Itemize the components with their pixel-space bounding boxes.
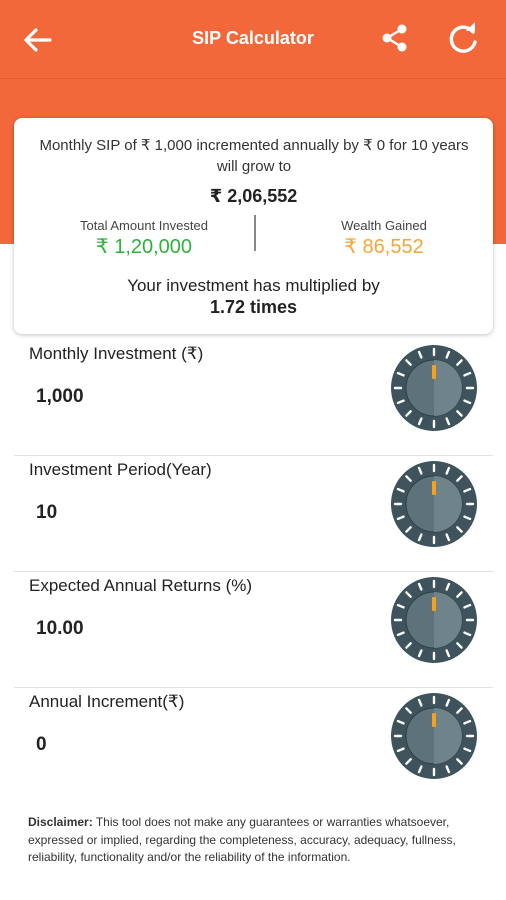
disclaimer-text: This tool does not make any guarantees o… xyxy=(28,815,456,864)
refresh-icon[interactable] xyxy=(444,20,482,58)
dial-knob-icon[interactable] xyxy=(390,576,478,664)
input-row-expected-returns: Expected Annual Returns (%) 10.00 xyxy=(14,572,493,688)
input-value[interactable]: 1,000 xyxy=(36,386,84,408)
input-row-annual-increment: Annual Increment(₹) 0 xyxy=(14,688,493,804)
multiplier-text: Your investment has multiplied by xyxy=(127,276,380,295)
input-value[interactable]: 10 xyxy=(36,502,57,524)
result-card: Monthly SIP of ₹ 1,000 incremented annua… xyxy=(14,118,493,334)
share-icon[interactable] xyxy=(376,20,412,56)
gained-column: Wealth Gained ₹ 86,552 xyxy=(274,218,494,259)
page-title: SIP Calculator xyxy=(192,28,314,48)
input-row-investment-period: Investment Period(Year) 10 xyxy=(14,456,493,572)
app-bar-divider xyxy=(0,78,506,79)
column-divider xyxy=(254,215,256,251)
invested-label: Total Amount Invested xyxy=(80,218,208,233)
maturity-value: ₹ 2,06,552 xyxy=(209,186,298,206)
gained-value: ₹ 86,552 xyxy=(344,236,424,258)
disclaimer-title: Disclaimer: xyxy=(28,815,93,829)
multiplier-value: 1.72 times xyxy=(209,297,298,317)
dial-knob-icon[interactable] xyxy=(390,692,478,780)
app-bar: SIP Calculator xyxy=(0,0,506,78)
input-label: Investment Period(Year) xyxy=(29,460,212,479)
input-label: Expected Annual Returns (%) xyxy=(29,576,253,595)
input-label: Monthly Investment (₹) xyxy=(29,344,204,363)
invested-column: Total Amount Invested ₹ 1,20,000 xyxy=(34,218,254,259)
input-value[interactable]: 10.00 xyxy=(36,618,84,640)
invested-value: ₹ 1,20,000 xyxy=(95,236,193,258)
disclaimer: Disclaimer: This tool does not make any … xyxy=(28,814,468,867)
input-value[interactable]: 0 xyxy=(36,734,47,756)
input-row-monthly-investment: Monthly Investment (₹) 1,000 xyxy=(14,340,493,456)
dial-knob-icon[interactable] xyxy=(390,460,478,548)
input-label: Annual Increment(₹) xyxy=(29,692,185,711)
dial-knob-icon[interactable] xyxy=(390,344,478,432)
result-summary: Monthly SIP of ₹ 1,000 incremented annua… xyxy=(39,137,469,175)
gained-label: Wealth Gained xyxy=(341,218,427,233)
